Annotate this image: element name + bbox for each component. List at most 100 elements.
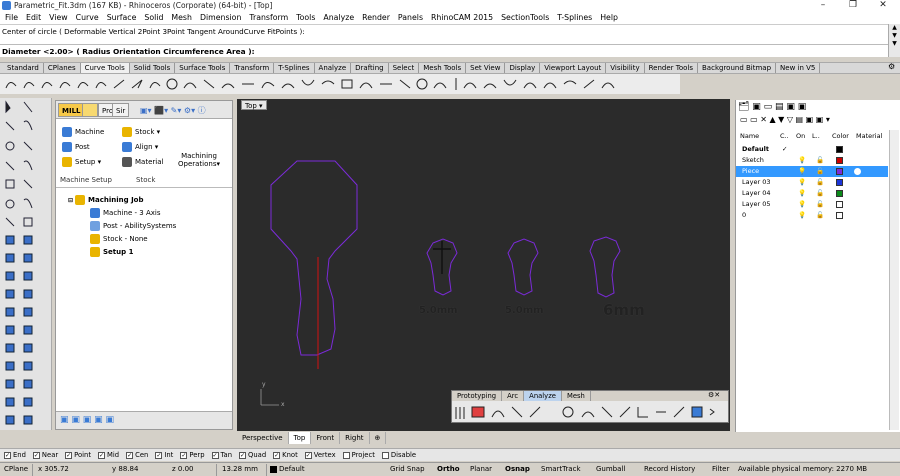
menu-analyze[interactable]: Analyze [323,13,354,22]
status-ortho[interactable]: Ortho [437,465,460,473]
panel-tab-icons[interactable]: 🗂 ▣ ▭ ▤ ▣ ▣ [738,102,806,112]
gear-icon[interactable]: ⚙ [888,62,895,71]
analyze-tool-icons[interactable] [452,403,728,423]
add-viewport-tab[interactable]: ⊕ [370,431,387,444]
tree-machine[interactable]: Machine - 3 Axis [90,208,160,218]
tab-analyze-float[interactable]: Analyze [524,391,562,401]
tab-curve-tools[interactable]: Curve Tools [80,63,130,73]
tab-analyze[interactable]: Analyze [315,63,352,73]
osnap-end[interactable]: ✓ End [4,451,26,459]
col-material[interactable]: Material [856,132,882,140]
layer-color-swatch[interactable] [836,179,843,186]
align-button[interactable]: Align ▾ [122,142,158,152]
status-osnap[interactable]: Osnap [505,465,530,473]
curve-tool-icons[interactable] [4,76,624,92]
col-lock[interactable]: L.. [812,132,820,140]
layer-tool-icons[interactable]: ▭ ▭ ✕ ▲ ▼ ▽ ▤ ▣ ▣ ▾ [740,115,830,124]
tree-machining-job[interactable]: ⊟ Machining Job [68,195,144,205]
tab-transform[interactable]: Transform [230,63,275,73]
tab-standard[interactable]: Standard [3,63,44,73]
lock-icon[interactable]: 🔓 [816,210,824,221]
tab-front[interactable]: Front [311,431,341,444]
layer-row-layer03[interactable]: Layer 03 💡 🔓 [736,177,888,188]
lightbulb-icon[interactable]: 💡 [798,166,806,177]
layer-row-layer05[interactable]: Layer 05 💡 🔓 [736,199,888,210]
menu-tools[interactable]: Tools [296,13,315,22]
col-color[interactable]: Color [832,132,849,140]
lock-icon[interactable]: 🔓 [816,166,824,177]
tab-tsplines[interactable]: T-Splines [274,63,315,73]
lock-icon[interactable]: 🔓 [816,155,824,166]
lightbulb-icon[interactable]: 💡 [798,199,806,210]
menu-panels[interactable]: Panels [398,13,423,22]
machine-button[interactable]: Machine [62,127,104,137]
menu-render[interactable]: Render [362,13,390,22]
menu-dimension[interactable]: Dimension [200,13,241,22]
lock-icon[interactable]: 🔓 [816,199,824,210]
lightbulb-icon[interactable]: 💡 [798,155,806,166]
menu-file[interactable]: File [5,13,18,22]
tab-prototyping[interactable]: Prototyping [452,391,503,401]
osnap-point[interactable]: ✓ Point [65,451,91,459]
menu-view[interactable]: View [49,13,68,22]
layer-row-default[interactable]: Default ✓ [736,144,888,155]
layer-color-swatch[interactable] [836,146,843,153]
lightbulb-icon[interactable]: 💡 [798,210,806,221]
status-layer[interactable]: Default [270,465,305,473]
minimize-button[interactable]: – [808,0,838,11]
tab-cplanes[interactable]: CPlanes [44,63,81,73]
status-planar[interactable]: Planar [470,465,492,473]
machining-operations-button[interactable]: Machining Operations▾ [176,152,222,168]
tab-mesh-float[interactable]: Mesh [562,391,591,401]
status-cplane[interactable]: CPlane [4,465,28,473]
cam-toolbar-icons[interactable]: ▣▾ ⬛▾ ✎▾ ⚙▾ ⓘ [140,105,206,116]
tree-setup[interactable]: Setup 1 [90,247,133,257]
menu-rhinocam[interactable]: RhinoCAM 2015 [431,13,493,22]
status-smarttrack[interactable]: SmartTrack [541,465,581,473]
layer-color-swatch[interactable] [836,190,843,197]
tree-stock[interactable]: Stock - None [90,234,148,244]
material-button[interactable]: Material [122,157,163,167]
stock-button[interactable]: Stock ▾ [122,127,160,137]
tab-mill[interactable]: MILL [58,103,85,117]
menu-curve[interactable]: Curve [76,13,99,22]
status-grid-snap[interactable]: Grid Snap [390,465,425,473]
material-icon[interactable] [854,168,861,175]
layer-color-swatch[interactable] [836,201,843,208]
tab-surface-tools[interactable]: Surface Tools [175,63,231,73]
tab-top[interactable]: Top [288,431,312,444]
tab-select[interactable]: Select [389,63,420,73]
menu-edit[interactable]: Edit [26,13,41,22]
osnap-vertex[interactable]: ✓ Vertex [304,451,336,459]
tree-post[interactable]: Post - AbilitySystems [90,221,176,231]
tab-arc[interactable]: Arc [502,391,525,401]
lightbulb-icon[interactable]: 💡 [798,177,806,188]
status-filter[interactable]: Filter [712,465,729,473]
menu-sectiontools[interactable]: SectionTools [501,13,549,22]
command-prompt[interactable]: Diameter <2.00> ( Radius Orientation Cir… [0,44,888,57]
osnap-mid[interactable]: ✓ Mid [98,451,119,459]
layer-row-layer04[interactable]: Layer 04 💡 🔓 [736,188,888,199]
tab-display[interactable]: Display [505,63,541,73]
menu-help[interactable]: Help [600,13,618,22]
layer-row-sketch[interactable]: Sketch 💡 🔓 [736,155,888,166]
tab-visibility[interactable]: Visibility [606,63,645,73]
osnap-perp[interactable]: ✓ Perp [180,451,205,459]
col-on[interactable]: On [796,132,805,140]
lock-icon[interactable]: 🔓 [816,188,824,199]
menu-mesh[interactable]: Mesh [171,13,192,22]
tab-solid-tools[interactable]: Solid Tools [130,63,176,73]
layer-color-swatch[interactable] [836,212,843,219]
tab-right[interactable]: Right [340,431,370,444]
osnap-disable[interactable]: Disable [381,451,416,459]
menu-tsplines[interactable]: T-Splines [557,13,592,22]
tab-perspective[interactable]: Perspective [237,431,289,444]
tab-new-in-v5[interactable]: New in V5 [776,63,821,73]
osnap-tan[interactable]: ✓ Tan [211,451,232,459]
mill-icon-tab[interactable] [82,103,98,117]
osnap-quad[interactable]: ✓ Quad [239,451,266,459]
cam-bottom-icons[interactable]: ▣ ▣ ▣ ▣ ▣ [60,415,114,425]
osnap-cen[interactable]: ✓ Cen [126,451,148,459]
osnap-project[interactable]: Project [342,451,375,459]
layers-scrollbar[interactable] [889,130,899,430]
